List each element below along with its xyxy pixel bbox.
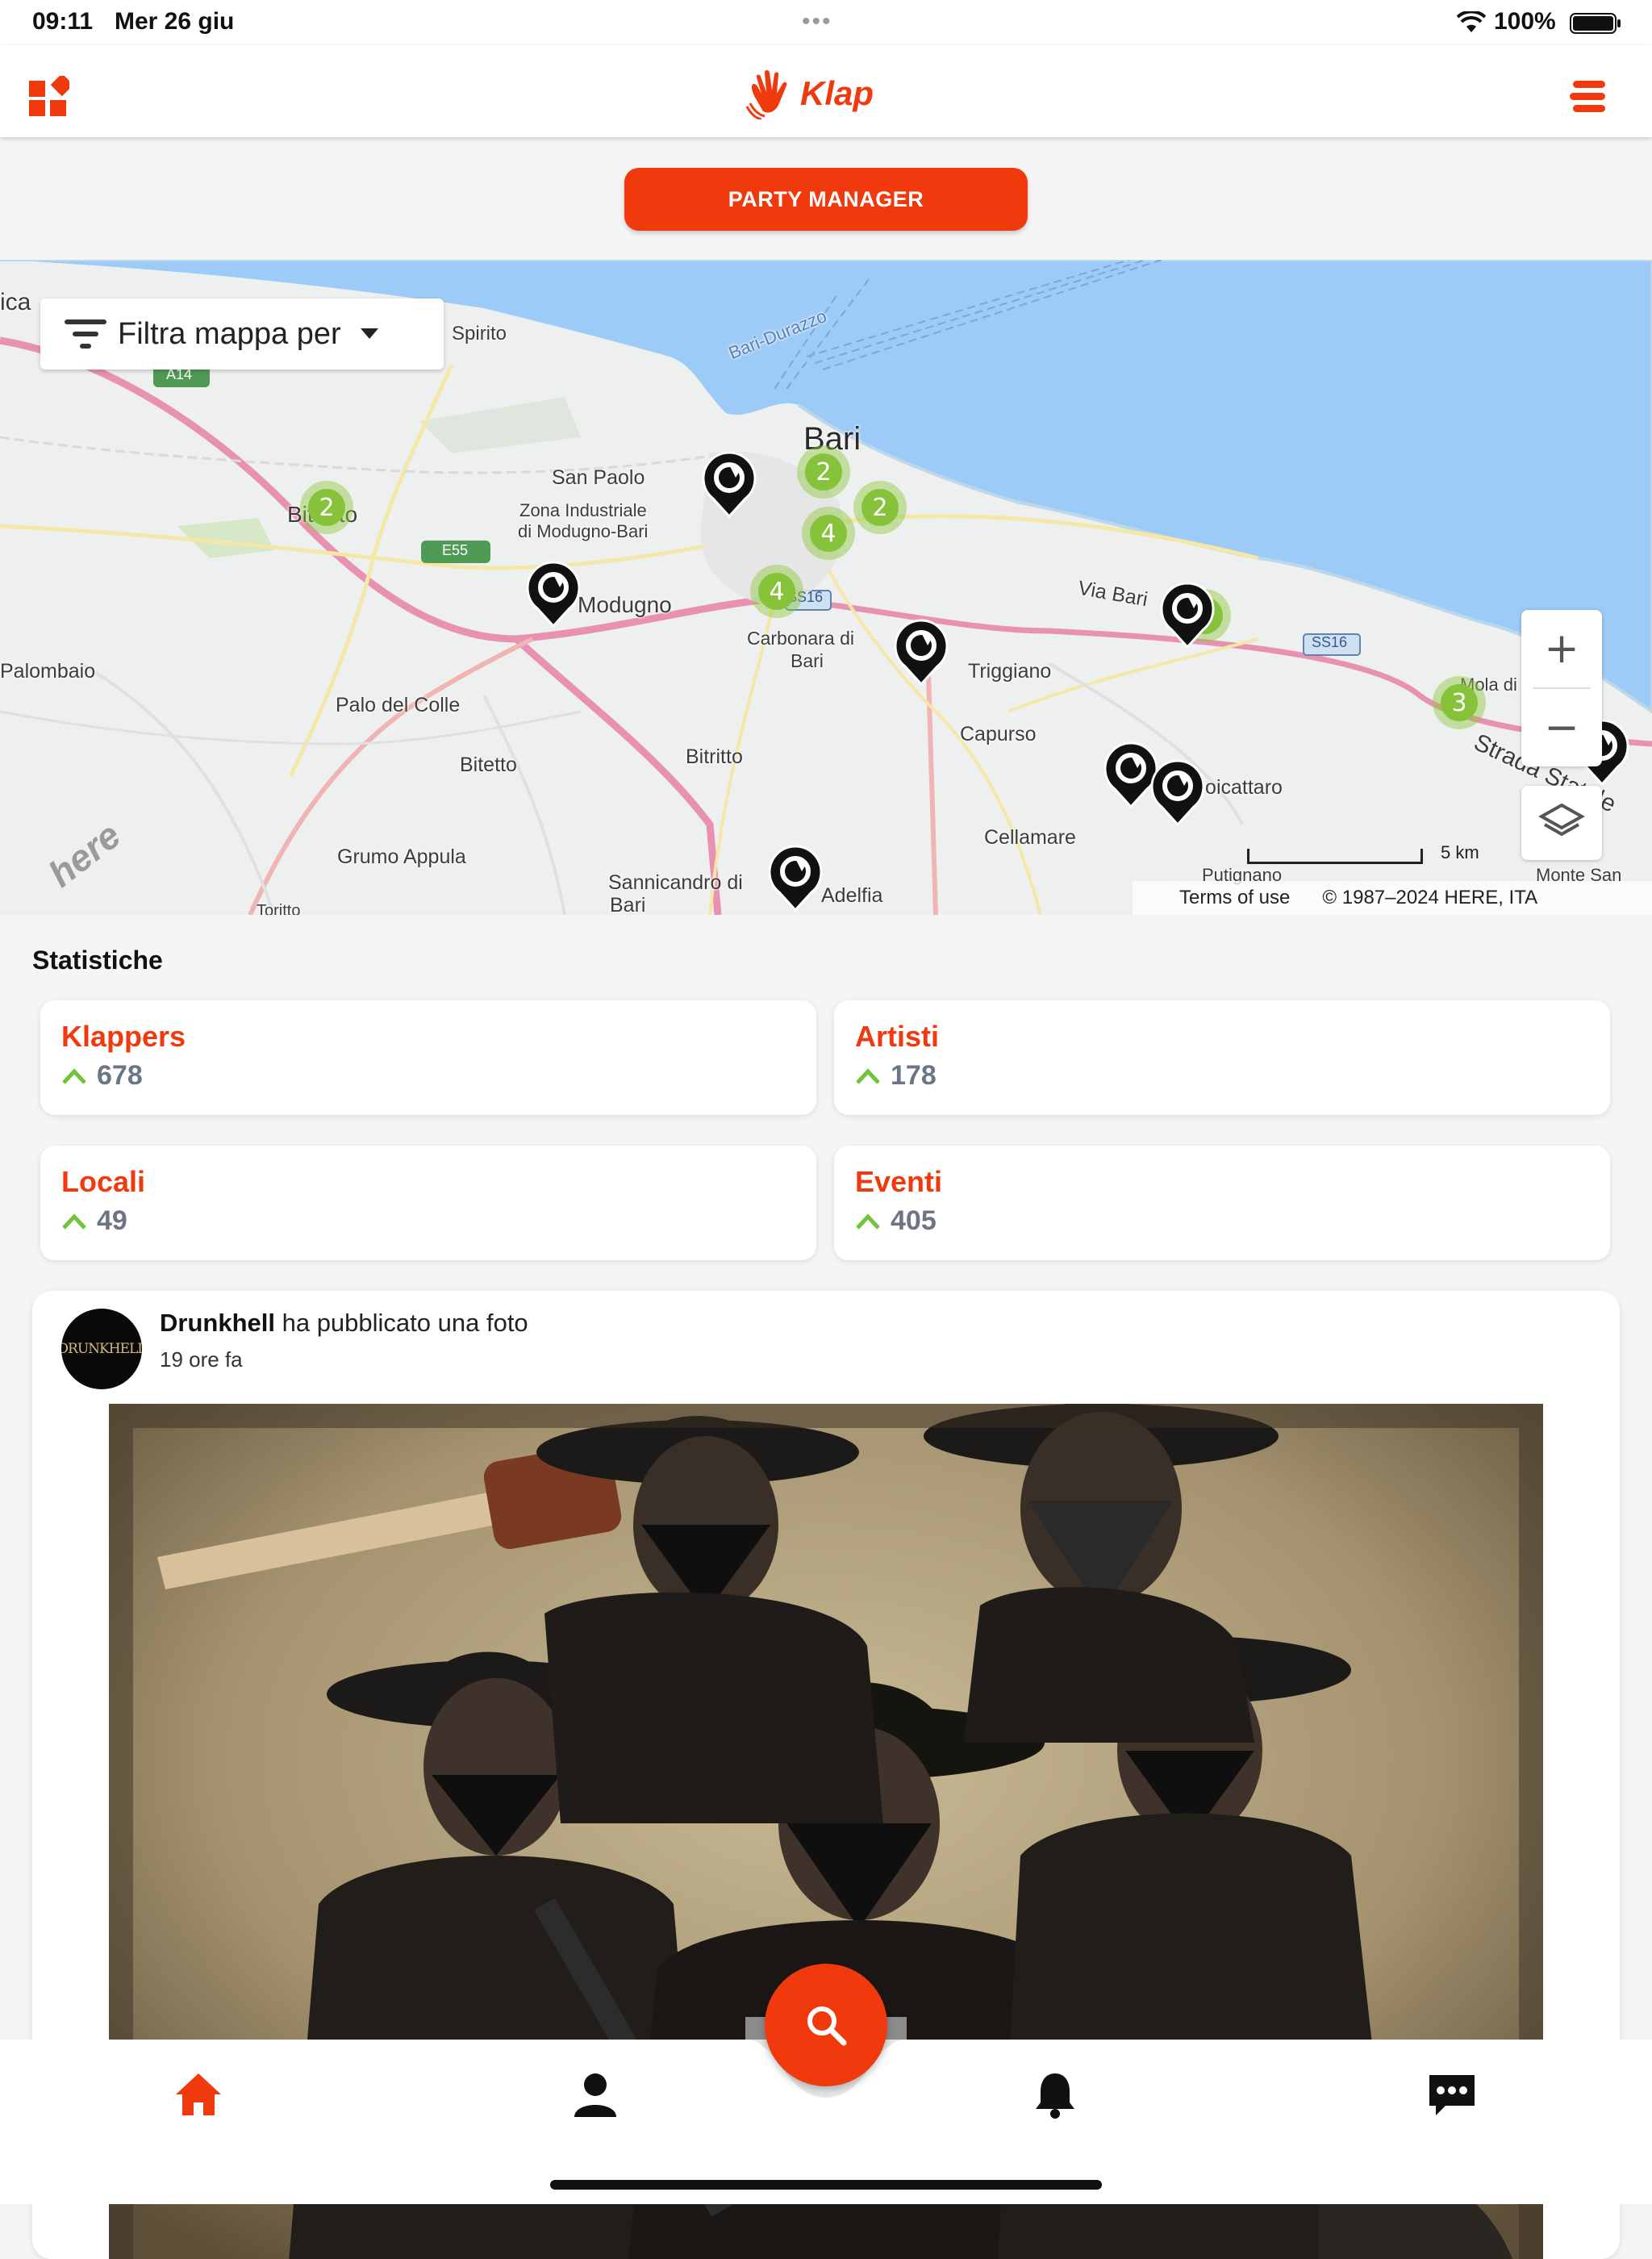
stat-card-eventi[interactable]: Eventi 405 [834, 1146, 1610, 1260]
map-place: di Modugno-Bari [518, 521, 649, 541]
stat-card-artisti[interactable]: Artisti 178 [834, 1000, 1610, 1115]
stats-title: Statistiche [32, 946, 163, 975]
post-action-text: ha pubblicato una foto [282, 1309, 528, 1337]
map-cluster[interactable]: 2 [853, 481, 907, 534]
post-header: Drunkhell ha pubblicato una foto [160, 1309, 528, 1338]
wifi-icon [1457, 11, 1486, 32]
map-cluster[interactable]: 2 [797, 445, 850, 499]
post-timestamp: 19 ore fa [160, 1347, 243, 1372]
stat-card-klappers[interactable]: Klappers 678 [40, 1000, 816, 1115]
zoom-out-button[interactable]: − [1521, 689, 1602, 766]
road-shield-label: E55 [442, 542, 469, 558]
chevron-up-icon [856, 1213, 880, 1230]
post-author-name[interactable]: Drunkhell [160, 1309, 275, 1337]
map-cluster[interactable]: 4 [750, 565, 803, 618]
map-place: Adelfia [821, 884, 883, 907]
map-place: ica [0, 289, 31, 315]
battery-icon [1570, 13, 1621, 34]
status-bar: 09:11 Mer 26 giu ••• 100% [0, 0, 1652, 45]
map-cluster[interactable]: 2 [300, 481, 353, 534]
filter-label: Filtra mappa per [118, 316, 341, 351]
stat-label: Klappers [61, 1020, 186, 1053]
stat-value: 405 [891, 1205, 937, 1236]
map-place: Toritto [257, 902, 301, 915]
map-attribution: Terms of use © 1987–2024 HERE, ITA [1133, 881, 1652, 915]
stat-label: Locali [61, 1165, 146, 1198]
map-cluster[interactable]: 3 [1433, 676, 1486, 729]
event-pin-icon[interactable] [523, 558, 584, 628]
map-place: Bari [610, 894, 646, 915]
chat-icon[interactable] [1426, 2069, 1478, 2120]
home-icon[interactable] [173, 2069, 224, 2120]
map-scale-bar [1247, 849, 1423, 864]
event-pin-icon[interactable] [1157, 579, 1218, 649]
app-header: Klap [0, 45, 1652, 137]
hand-clap-icon [745, 70, 787, 119]
event-pin-icon[interactable] [699, 449, 760, 518]
stat-card-locali[interactable]: Locali 49 [40, 1146, 816, 1260]
status-time: 09:11 [32, 8, 94, 35]
stat-value: 178 [891, 1060, 937, 1091]
map-place: Bitetto [460, 754, 517, 776]
stat-label: Eventi [855, 1165, 943, 1198]
search-icon [807, 2006, 847, 2046]
map-place: San Paolo [552, 466, 645, 489]
event-pin-icon[interactable] [1147, 757, 1208, 826]
map-place: Bari [791, 650, 824, 671]
chevron-up-icon [62, 1068, 86, 1084]
brand-name: Klap [800, 74, 874, 112]
zoom-controls: + − [1521, 610, 1602, 766]
layers-icon [1538, 803, 1585, 837]
map-place: Carbonara di [747, 628, 854, 649]
chevron-up-icon [856, 1068, 880, 1084]
event-pin-icon[interactable] [765, 842, 826, 912]
bell-icon[interactable] [1029, 2069, 1081, 2120]
avatar-logo: DRUNKHELL [61, 1341, 142, 1357]
stat-value: 49 [97, 1205, 127, 1236]
status-date: Mer 26 giu [115, 8, 235, 35]
map-place: Grumo Appula [337, 846, 466, 868]
multitask-dots[interactable]: ••• [802, 8, 832, 35]
map-place: Capurso [960, 723, 1037, 745]
map-place: Palombaio [0, 660, 96, 683]
event-pin-icon[interactable] [891, 616, 952, 686]
map-place: Palo del Colle [336, 694, 461, 716]
dashboard-grid-icon[interactable] [27, 76, 69, 118]
stat-value: 678 [97, 1060, 143, 1091]
party-manager-button[interactable]: PARTY MANAGER [624, 168, 1028, 231]
road-shield-label: SS16 [1312, 634, 1348, 650]
map-place: Zona Industriale [519, 500, 647, 520]
map-copyright: © 1987–2024 HERE, ITA [1322, 887, 1538, 908]
map-place: Modugno [578, 592, 672, 617]
map-place: Spirito [452, 323, 507, 344]
map-place: Bitritto [686, 745, 743, 768]
search-button[interactable] [765, 1964, 887, 2086]
avatar[interactable]: DRUNKHELL [61, 1309, 142, 1389]
filter-icon [65, 319, 106, 349]
map-place: Cellamare [984, 826, 1076, 849]
map-place: Triggiano [968, 660, 1052, 683]
caret-down-icon [360, 328, 378, 339]
chevron-up-icon [62, 1213, 86, 1230]
zoom-in-button[interactable]: + [1521, 610, 1602, 687]
map-cluster[interactable]: 4 [802, 507, 855, 560]
map-layers-button[interactable] [1521, 786, 1602, 860]
home-indicator [550, 2180, 1102, 2190]
map-place: Sannicandro di [608, 871, 743, 894]
brand-logo[interactable]: Klap [745, 69, 874, 119]
profile-icon[interactable] [569, 2069, 621, 2120]
stat-label: Artisti [855, 1020, 940, 1053]
events-map[interactable]: Bari San Paolo Zona Industriale di Modug… [0, 260, 1652, 915]
hamburger-menu-icon[interactable] [1570, 79, 1608, 115]
terms-of-use-link[interactable]: Terms of use [1179, 887, 1290, 909]
map-filter-dropdown[interactable]: Filtra mappa per [40, 299, 444, 370]
battery-percent: 100% [1494, 8, 1556, 35]
map-scale-label: 5 km [1441, 842, 1479, 862]
